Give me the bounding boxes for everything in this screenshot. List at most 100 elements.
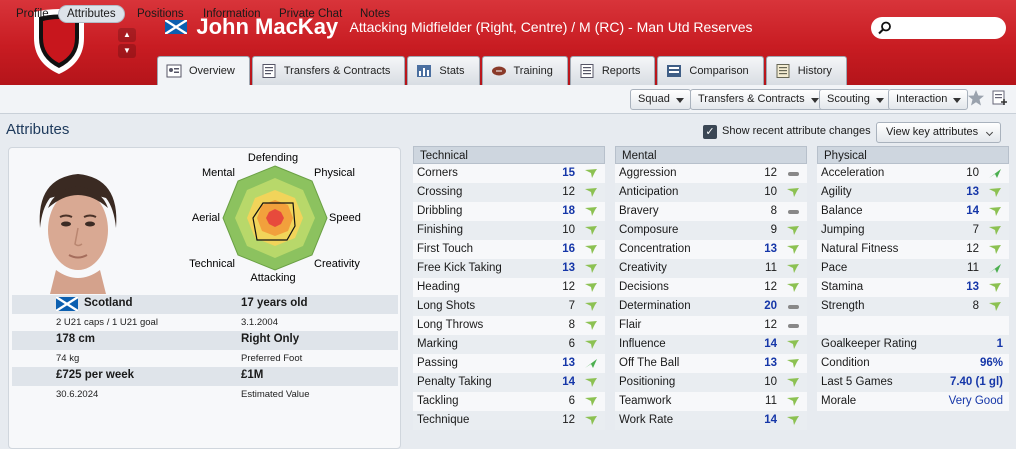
attribute-value: 13 (764, 357, 777, 369)
transfers-contracts-dropdown[interactable]: Transfers & Contracts (690, 89, 826, 110)
attribute-label: Concentration (619, 243, 691, 255)
attribute-row[interactable]: Positioning 10 (615, 373, 807, 392)
attribute-row[interactable]: Passing 13 (413, 354, 605, 373)
attribute-row[interactable]: Tackling 6 (413, 392, 605, 411)
improvement-arrow-icon (787, 397, 799, 406)
scotland-flag-icon (56, 297, 78, 311)
flat-trend-icon (788, 305, 799, 309)
attribute-row[interactable]: Long Throws 8 (413, 316, 605, 335)
attribute-row[interactable]: Natural Fitness 12 (817, 240, 1009, 259)
attribute-row[interactable]: Bravery 8 (615, 202, 807, 221)
attribute-row[interactable]: Acceleration 10 (817, 164, 1009, 183)
summary-label: Last 5 Games (821, 376, 893, 388)
improvement-arrow-icon (787, 264, 799, 273)
attribute-value: 14 (764, 338, 777, 350)
attribute-row[interactable]: Off The Ball 13 (615, 354, 807, 373)
attribute-row[interactable]: Anticipation 10 (615, 183, 807, 202)
report-icon (580, 64, 594, 78)
info-row-height-foot: 178 cm Right Only (12, 331, 398, 350)
attribute-label: Work Rate (619, 414, 674, 426)
summary-row: Goalkeeper Rating 1 (817, 335, 1009, 354)
subnav-notes[interactable]: Notes (352, 5, 398, 23)
attribute-label: Flair (619, 319, 642, 331)
subnav-positions[interactable]: Positions (129, 5, 192, 23)
technical-attributes-table: Technical Corners 15 Crossing 12 Dribbling 18… (413, 146, 605, 430)
foot-value: Right Only (241, 333, 300, 345)
show-recent-checkbox[interactable]: ✓ (703, 125, 717, 139)
attribute-row[interactable]: Creativity 11 (615, 259, 807, 278)
strong-improvement-arrow-icon (989, 264, 1001, 273)
subnav-profile[interactable]: Profile (8, 5, 57, 23)
attribute-label: Tackling (417, 395, 459, 407)
improvement-arrow-icon (585, 397, 597, 406)
next-player-button[interactable]: ▼ (118, 44, 136, 58)
tab-training[interactable]: Training (481, 56, 568, 85)
attribute-row[interactable]: Heading 12 (413, 278, 605, 297)
strong-improvement-arrow-icon (585, 359, 597, 368)
subnav-attributes[interactable]: Attributes (58, 5, 125, 23)
tab-reports[interactable]: Reports (569, 56, 656, 85)
summary-row: Morale Very Good (817, 392, 1009, 411)
tab-stats[interactable]: Stats (407, 56, 480, 85)
attribute-value: 15 (562, 167, 575, 179)
summary-value: 96% (979, 357, 1003, 369)
main-tabs: Overview Transfers & Contracts Stats Tra… (157, 56, 849, 85)
attribute-row[interactable]: Strength 8 (817, 297, 1009, 316)
attribute-row[interactable]: Corners 15 (413, 164, 605, 183)
attribute-row[interactable]: Determination 20 (615, 297, 807, 316)
attribute-row[interactable]: Jumping 7 (817, 221, 1009, 240)
tab-comparison[interactable]: Comparison (657, 56, 764, 85)
attribute-row[interactable]: Work Rate 14 (615, 411, 807, 430)
previous-player-button[interactable]: ▲ (118, 28, 136, 42)
attribute-row[interactable]: Marking 6 (413, 335, 605, 354)
tab-transfers-contracts[interactable]: Transfers & Contracts (251, 56, 406, 85)
attribute-row[interactable]: Crossing 12 (413, 183, 605, 202)
spacer-row (817, 316, 1009, 335)
attribute-row[interactable]: Penalty Taking 14 (413, 373, 605, 392)
nation-value[interactable]: Scotland (84, 297, 133, 309)
summary-label: Condition (821, 357, 870, 369)
attribute-row[interactable]: Aggression 12 (615, 164, 807, 183)
tab-history[interactable]: History (765, 56, 847, 85)
attribute-row[interactable]: Finishing 10 (413, 221, 605, 240)
attribute-row[interactable]: Concentration 13 (615, 240, 807, 259)
tab-label: History (797, 65, 832, 77)
caps-value: 2 U21 caps / 1 U21 goal (56, 317, 158, 328)
attribute-row[interactable]: Dribbling 18 (413, 202, 605, 221)
interaction-dropdown[interactable]: Interaction (888, 89, 969, 110)
attribute-row[interactable]: Influence 14 (615, 335, 807, 354)
attribute-value: 13 (966, 186, 979, 198)
attribute-label: Positioning (619, 376, 676, 388)
attribute-row[interactable]: Stamina 13 (817, 278, 1009, 297)
subnav-information[interactable]: Information (195, 5, 269, 23)
search-input[interactable] (871, 17, 1006, 39)
tab-overview[interactable]: Overview (157, 56, 250, 85)
attribute-row[interactable]: Long Shots 7 (413, 297, 605, 316)
attribute-row[interactable]: Pace 11 (817, 259, 1009, 278)
attribute-row[interactable]: Decisions 12 (615, 278, 807, 297)
attribute-row[interactable]: Balance 14 (817, 202, 1009, 221)
view-key-attributes-button[interactable]: View key attributes (876, 122, 1002, 143)
attribute-row[interactable]: Teamwork 11 (615, 392, 807, 411)
attribute-row[interactable]: Technique 12 (413, 411, 605, 430)
improvement-arrow-icon (787, 359, 799, 368)
star-icon[interactable] (967, 89, 985, 107)
attribute-row[interactable]: First Touch 16 (413, 240, 605, 259)
contract-end-value: 30.6.2024 (56, 389, 99, 400)
attribute-row[interactable]: Free Kick Taking 13 (413, 259, 605, 278)
add-note-icon[interactable] (992, 90, 1008, 106)
attribute-label: Dribbling (417, 205, 463, 217)
player-stepper[interactable]: ▲ ▼ (118, 28, 136, 58)
attribute-row[interactable]: Agility 13 (817, 183, 1009, 202)
mental-attributes-table: Mental Aggression 12 Anticipation 10 Bravery… (615, 146, 807, 430)
improvement-arrow-icon (989, 207, 1001, 216)
scouting-dropdown[interactable]: Scouting (819, 89, 891, 110)
wage-value: £725 per week (56, 369, 135, 381)
attribute-value: 10 (562, 224, 575, 236)
attribute-value: 8 (568, 319, 575, 331)
subnav-private-chat[interactable]: Private Chat (271, 5, 350, 23)
squad-dropdown[interactable]: Squad (630, 89, 691, 110)
attribute-row[interactable]: Composure 9 (615, 221, 807, 240)
attribute-value: 14 (966, 205, 979, 217)
attribute-row[interactable]: Flair 12 (615, 316, 807, 335)
